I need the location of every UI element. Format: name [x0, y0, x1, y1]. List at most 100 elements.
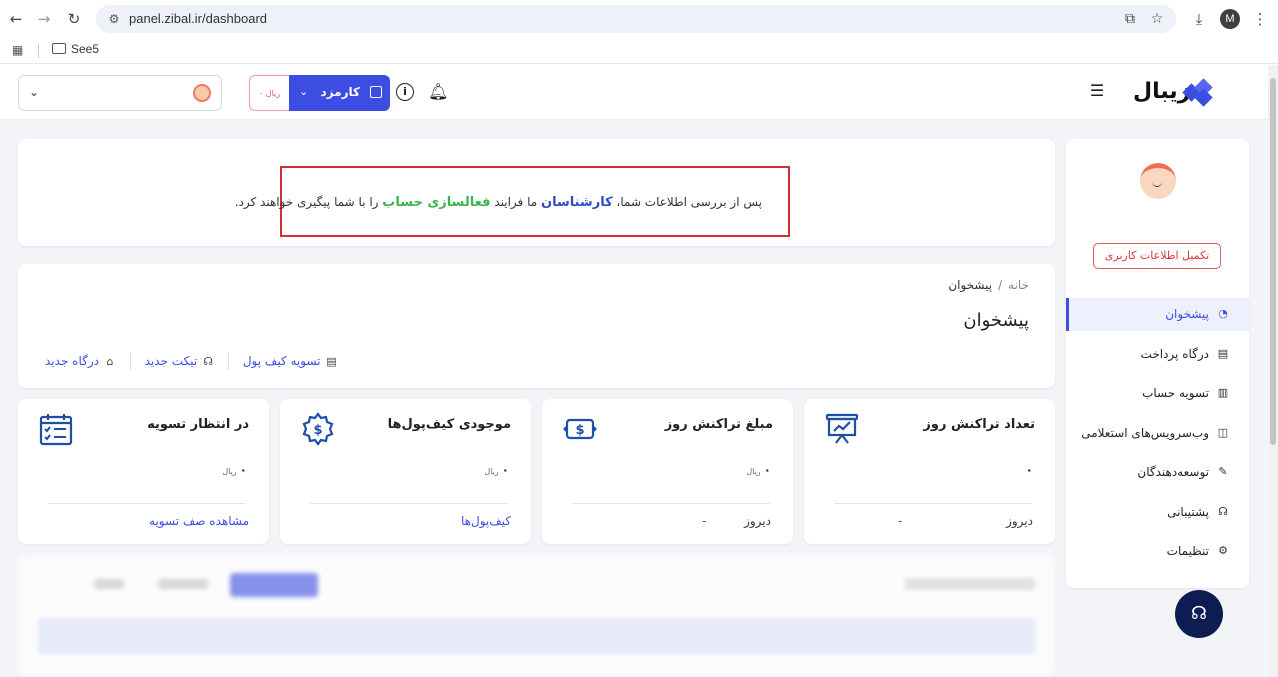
page-header-card: خانه / پیشخوان پیشخوان ▤ تسویه کیف پول ☊ تیک… [18, 264, 1055, 388]
sidebar-item-settlement[interactable]: ▥ تسویه حساب [1066, 377, 1249, 410]
presentation-chart-icon [825, 413, 859, 444]
sidebar-item-settings[interactable]: ⚙ تنظیمات [1066, 535, 1249, 568]
sidebar-menu: ◔ پیشخوان ▤ درگاه پرداخت ▥ تسویه حساب ◫ … [1066, 298, 1249, 575]
headset-icon: ☊ [1191, 603, 1207, 624]
notice-highlight-box: پس از بررسی اطلاعات شما، کارشناسان ما فر… [235, 166, 790, 237]
folder-icon [52, 43, 66, 54]
sidebar-item-developers[interactable]: ✎ توسعه‌دهندگان [1066, 456, 1249, 489]
bookmark-divider [38, 44, 39, 58]
yesterday-label: دیروز [744, 514, 771, 528]
wrench-icon: ✎ [1218, 465, 1228, 478]
sidebar-item-label: پشتیبانی [1167, 504, 1209, 519]
gear-icon: ⚙ [1218, 544, 1228, 557]
user-avatar [193, 84, 211, 102]
stat-title: تعداد تراکنش روز [923, 417, 1035, 432]
scrollbar-thumb[interactable] [1270, 78, 1276, 445]
money-transfer-icon: $ [563, 418, 597, 440]
stat-unit: ریال [484, 467, 499, 476]
complete-profile-button[interactable]: تکمیل اطلاعات کاربری [1093, 243, 1221, 269]
address-bar[interactable]: ⚙ panel.zibal.ir/dashboard ⧉ ☆ [96, 5, 1176, 33]
notice-text: پس از بررسی اطلاعات شما، کارشناسان ما فر… [235, 195, 762, 210]
stat-title: در انتظار تسویه [147, 417, 249, 432]
yesterday-value: - [898, 514, 903, 528]
support-chat-button[interactable]: ☊ [1175, 590, 1223, 638]
sidebar-item-label: تسویه حساب [1142, 386, 1209, 400]
stat-number: ۰ [239, 463, 247, 477]
new-gateway-action[interactable]: ⌂ درگاه جدید [45, 354, 116, 368]
notice-part: ما فرایند [490, 195, 541, 209]
menu-toggle-icon[interactable]: ☰ [1087, 81, 1107, 101]
stat-value: ۰ [1026, 463, 1033, 477]
page-title: پیشخوان [963, 310, 1029, 331]
download-icon[interactable]: ⤓ [1189, 9, 1209, 29]
svg-text:$: $ [575, 423, 584, 438]
install-app-icon[interactable]: ⧉ [1121, 11, 1139, 27]
back-icon[interactable]: ← [6, 9, 26, 29]
reload-icon[interactable]: ↻ [64, 9, 84, 29]
sidebar-item-label: درگاه پرداخت [1140, 346, 1209, 361]
yesterday-label: دیروز [1006, 514, 1033, 528]
kebab-menu-icon[interactable]: ⋮ [1250, 9, 1270, 29]
stat-number: ۰ [1025, 463, 1033, 477]
svg-text:$: $ [313, 423, 322, 438]
notice-expert: کارشناسان [540, 195, 613, 210]
sidebar-item-label: تنظیمات [1166, 544, 1209, 558]
sidebar-item-support[interactable]: ☊ پشتیبانی [1066, 496, 1249, 529]
browser-toolbar: ← → ↻ ⚙ panel.zibal.ir/dashboard ⧉ ☆ ⤓ M… [0, 0, 1278, 38]
user-select[interactable]: ⌄ [18, 75, 222, 111]
chevron-down-icon: ⌄ [29, 85, 40, 99]
stat-card-wallet-balance: موجودی کیف‌پول‌ها $ ۰ریال کیف‌پول‌ها [280, 399, 531, 544]
bookmark-star-icon[interactable]: ☆ [1148, 11, 1166, 27]
blurred-info-bar [38, 618, 1035, 654]
sidebar-item-dashboard[interactable]: ◔ پیشخوان [1066, 298, 1249, 331]
bookmarks-bar: ▦ See5 [0, 38, 1278, 64]
stat-value: ۰ریال [222, 463, 247, 477]
stat-divider [572, 503, 770, 504]
forward-icon[interactable]: → [34, 9, 54, 29]
gateway-icon: ▤ [1217, 346, 1229, 360]
stat-unit: ریال [222, 467, 237, 476]
url-text[interactable]: panel.zibal.ir/dashboard [129, 11, 267, 26]
info-icon[interactable]: i [396, 83, 414, 101]
stat-divider [310, 503, 508, 504]
breadcrumb-home[interactable]: خانه [1008, 278, 1029, 292]
breadcrumb-current: پیشخوان [948, 278, 993, 292]
calendar-checklist-icon [39, 414, 73, 446]
wallet-icon [370, 86, 382, 98]
new-gateway-label: درگاه جدید [45, 353, 99, 368]
karmozd-label: کارمزد [320, 85, 360, 99]
bell-icon[interactable]: 🔔︎ [428, 81, 448, 103]
sidebar-item-label: پیشخوان [1165, 307, 1209, 321]
action-divider [129, 352, 131, 370]
quick-actions: ▤ تسویه کیف پول ☊ تیکت جدید ⌂ درگاه جدید [45, 352, 338, 370]
bookmark-folder-label: See5 [71, 42, 100, 56]
yesterday-value: - [702, 514, 707, 528]
settle-queue-link[interactable]: مشاهده صف تسویه [149, 514, 249, 528]
bank-icon: ⌂ [106, 354, 114, 368]
sidebar-item-label: وب‌سرویس‌های استعلامی [1081, 425, 1209, 440]
sidebar: تکمیل اطلاعات کاربری ◔ پیشخوان ▤ درگاه پ… [1066, 139, 1249, 588]
stat-card-daily-count: تعداد تراکنش روز ۰ دیروز - [804, 399, 1055, 544]
wallet-settle-label: تسویه کیف پول [242, 353, 321, 368]
profile-avatar[interactable]: M [1220, 9, 1240, 29]
sidebar-avatar [1140, 163, 1176, 199]
karmozd-button[interactable]: ⌄ کارمزد [289, 75, 390, 111]
new-ticket-action[interactable]: ☊ تیکت جدید [145, 354, 215, 368]
notice-activation: فعالسازی حساب [382, 195, 491, 210]
stat-title: مبلغ تراکنش روز [664, 417, 773, 432]
stat-number: ۰ [501, 463, 509, 477]
blurred-button [230, 573, 318, 597]
apps-grid-icon[interactable]: ▦ [12, 43, 26, 57]
receipt-icon: ▤ [326, 354, 337, 368]
notice-card: پس از بررسی اطلاعات شما، کارشناسان ما فر… [18, 139, 1055, 246]
stat-unit: ریال [746, 467, 761, 476]
wallet-settle-action[interactable]: ▤ تسویه کیف پول [243, 354, 338, 368]
site-settings-icon[interactable]: ⚙ [106, 11, 122, 27]
breadcrumb: خانه / پیشخوان [948, 278, 1029, 292]
wallets-link[interactable]: کیف‌پول‌ها [461, 514, 511, 528]
dashboard-icon: ◔ [1218, 307, 1228, 320]
sidebar-item-webservices[interactable]: ◫ وب‌سرویس‌های استعلامی [1066, 417, 1249, 450]
bookmark-folder[interactable]: See5 [52, 42, 99, 56]
sidebar-item-gateway[interactable]: ▤ درگاه پرداخت [1066, 338, 1249, 371]
action-divider [228, 352, 229, 370]
